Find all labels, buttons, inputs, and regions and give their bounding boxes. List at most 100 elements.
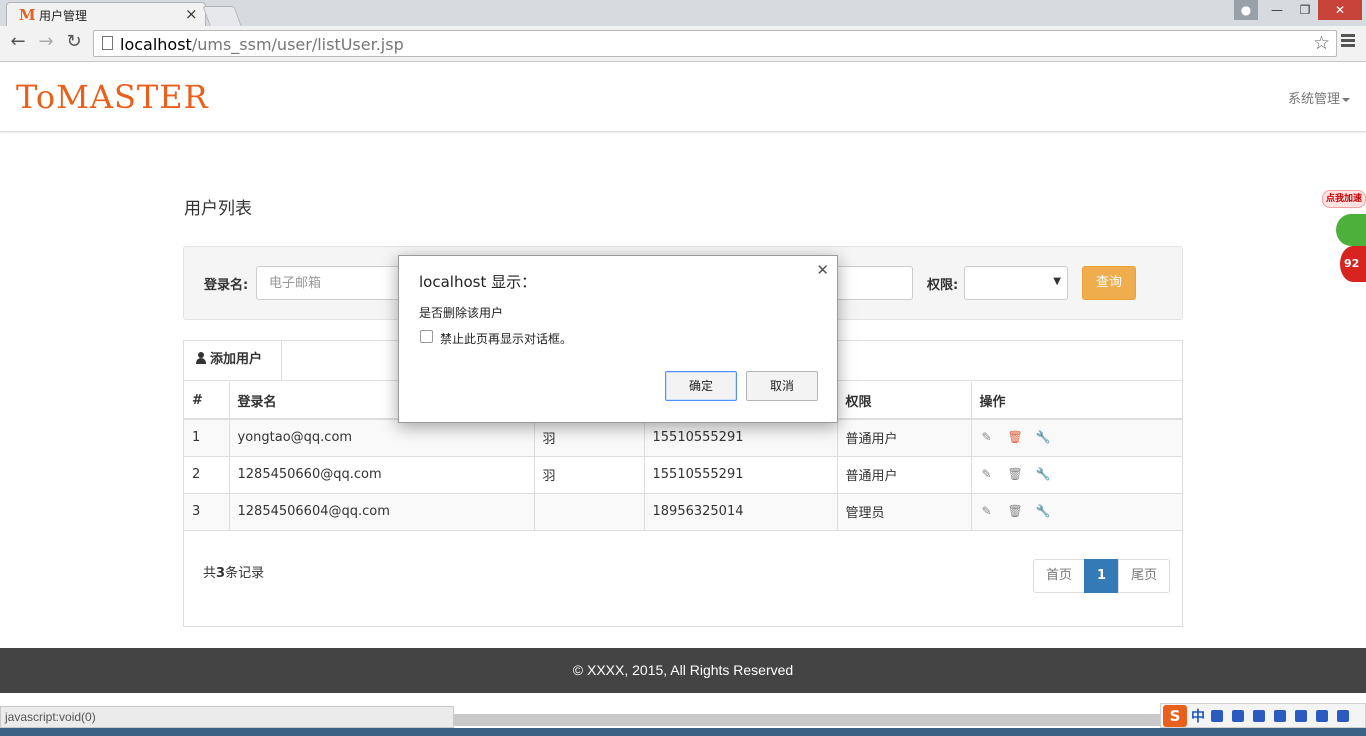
record-count: 共3条记录	[203, 562, 264, 581]
table-row: 2 1285450660@qq.com 羽 15510555291 普通用户 ✎…	[184, 455, 1182, 494]
suppress-dialogs-label[interactable]: 禁止此页再显示对话框。	[440, 330, 572, 347]
dialog-title: localhost 显示：	[419, 273, 537, 291]
maximize-button[interactable]: ❐	[1292, 0, 1318, 20]
wrench-icon[interactable]: 🔧	[1036, 430, 1051, 444]
minimize-button[interactable]: —	[1264, 0, 1290, 20]
sogou-logo-icon[interactable]: S	[1163, 704, 1187, 727]
horizontal-scrollbar[interactable]	[454, 714, 1164, 726]
cell-actions: ✎ 🗑 🔧	[970, 418, 1182, 457]
delete-trash-icon[interactable]: 🗑	[1008, 504, 1023, 518]
cell-role: 普通用户	[836, 455, 972, 494]
moon-icon[interactable]	[1211, 709, 1223, 722]
os-taskbar	[0, 728, 1366, 736]
page-link-current[interactable]: 1	[1084, 559, 1120, 593]
url-text[interactable]: localhost/ums_ssm/user/listUser.jsp	[120, 35, 404, 54]
bookmark-star-icon[interactable]: ☆	[1313, 32, 1330, 54]
table-row: 3 12854506604@qq.com 18956325014 管理员 ✎ 🗑 🔧	[184, 492, 1182, 531]
new-tab-button[interactable]	[202, 6, 242, 26]
ime-mode-toggle[interactable]: 中	[1191, 706, 1205, 726]
browser-menu-icon[interactable]	[1341, 34, 1355, 49]
pagination: 首页 1 尾页	[1033, 559, 1171, 593]
cell-no: 1	[184, 418, 230, 457]
speedup-bubble: 点我加速	[1322, 190, 1366, 208]
confirm-dialog: localhost 显示： ✕ 是否删除该用户 禁止此页再显示对话框。 确定 取…	[398, 255, 838, 423]
cell-login: 12854506604@qq.com	[228, 492, 535, 531]
microphone-icon[interactable]	[1253, 709, 1265, 722]
col-header-actions: 操作	[970, 382, 1182, 420]
footer: © XXXX, 2015, All Rights Reserved	[0, 648, 1366, 693]
speed-badge: 92	[1340, 246, 1366, 282]
cell-name: 羽	[533, 455, 645, 494]
browser-toolbar: ← → ↻ localhost/ums_ssm/user/listUser.js…	[0, 26, 1366, 62]
suppress-dialogs-checkbox[interactable]	[420, 330, 433, 343]
page-icon	[102, 36, 113, 50]
ime-toolbar: S 中	[1160, 703, 1366, 728]
cell-login: yongtao@qq.com	[228, 418, 535, 457]
app-header: ToMASTER 系统管理	[0, 62, 1366, 132]
last-page-link[interactable]: 尾页	[1118, 559, 1171, 593]
dialog-ok-button[interactable]: 确定	[665, 371, 737, 401]
delete-trash-icon[interactable]: 🗑	[1008, 467, 1023, 481]
cell-login: 1285450660@qq.com	[228, 455, 535, 494]
edit-icon[interactable]: ✎	[980, 467, 994, 481]
table-row: 1 yongtao@qq.com 羽 15510555291 普通用户 ✎ 🗑 🔧	[184, 418, 1182, 457]
speedup-widget[interactable]: 点我加速 92	[1318, 190, 1366, 286]
status-bar: javascript:void(0)	[0, 706, 454, 728]
cell-phone: 15510555291	[643, 418, 838, 457]
cell-phone: 15510555291	[643, 455, 838, 494]
punctuation-icon[interactable]	[1232, 709, 1244, 722]
back-arrow-icon[interactable]: ←	[6, 31, 30, 52]
mascot-icon	[1336, 214, 1366, 246]
edit-icon[interactable]: ✎	[980, 430, 994, 444]
edit-icon[interactable]: ✎	[980, 504, 994, 518]
cell-role: 管理员	[836, 492, 972, 531]
col-header-no: #	[184, 382, 230, 420]
record-count-number: 3	[216, 566, 226, 581]
skin-icon[interactable]	[1316, 709, 1328, 722]
query-button[interactable]: 查询	[1082, 266, 1136, 300]
tab-close-icon[interactable]: ×	[185, 5, 198, 23]
keyboard-icon[interactable]	[1274, 709, 1286, 722]
add-user-button[interactable]: 添加用户	[184, 341, 282, 380]
wrench-icon[interactable]: 🔧	[1036, 504, 1051, 518]
reload-icon[interactable]: ↻	[62, 31, 86, 52]
url-path: /ums_ssm/user/listUser.jsp	[191, 35, 404, 54]
role-select[interactable]: ▼	[964, 266, 1068, 300]
cell-actions: ✎ 🗑 🔧	[970, 455, 1182, 494]
cell-name	[533, 492, 645, 531]
dialog-close-icon[interactable]: ✕	[816, 261, 829, 279]
site-favicon-icon: M	[19, 6, 36, 24]
first-page-link[interactable]: 首页	[1033, 559, 1086, 593]
browser-tab-strip: M 用户管理 × ● — ❐ ✕	[0, 0, 1366, 26]
page-title: 用户列表	[184, 199, 252, 219]
profile-icon[interactable]: ●	[1234, 0, 1258, 20]
delete-trash-icon[interactable]: 🗑	[1008, 430, 1023, 444]
close-window-button[interactable]: ✕	[1318, 0, 1362, 20]
add-user-label: 添加用户	[210, 352, 263, 367]
wrench-icon[interactable]: 🔧	[1036, 467, 1051, 481]
caret-down-icon	[1342, 97, 1350, 102]
cell-no: 3	[184, 492, 230, 531]
address-bar[interactable]: localhost/ums_ssm/user/listUser.jsp ☆	[93, 30, 1337, 57]
user-icon[interactable]	[1295, 709, 1307, 722]
cell-no: 2	[184, 455, 230, 494]
tools-icon[interactable]	[1337, 709, 1349, 722]
tab-title: 用户管理	[39, 9, 88, 23]
system-menu-dropdown[interactable]: 系统管理	[1288, 88, 1350, 107]
record-count-suffix: 条记录	[225, 566, 265, 581]
cell-name: 羽	[533, 418, 645, 457]
dropdown-arrow-icon: ▼	[1053, 276, 1061, 287]
forward-arrow-icon[interactable]: →	[34, 31, 58, 52]
dialog-message: 是否删除该用户	[419, 306, 504, 320]
cell-role: 普通用户	[836, 418, 972, 457]
system-menu-label: 系统管理	[1287, 92, 1340, 107]
cell-phone: 18956325014	[643, 492, 838, 531]
login-label: 登录名:	[204, 278, 249, 293]
dialog-cancel-button[interactable]: 取消	[746, 371, 818, 401]
logo[interactable]: ToMASTER	[16, 78, 209, 116]
browser-tab[interactable]: M 用户管理 ×	[6, 2, 206, 26]
col-header-role: 权限	[836, 382, 972, 420]
record-count-prefix: 共	[203, 566, 217, 581]
url-host: localhost	[120, 35, 192, 54]
user-icon	[196, 352, 206, 364]
